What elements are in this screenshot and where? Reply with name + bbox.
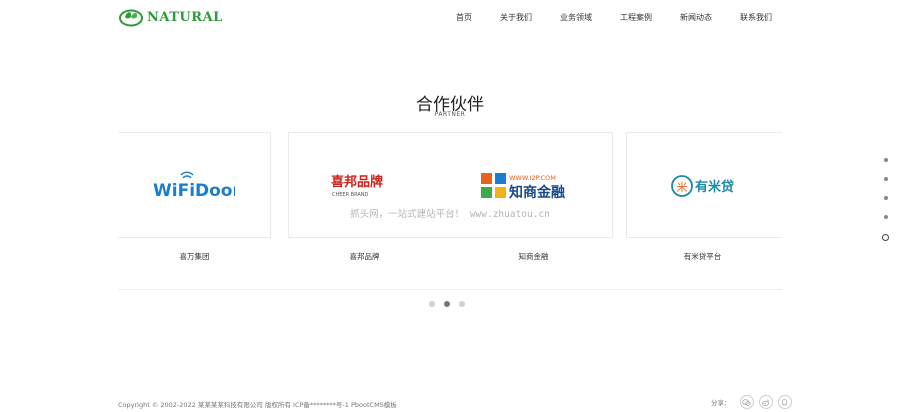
side-nav-dot-4[interactable] bbox=[883, 215, 888, 219]
watermark-text: 抓头网，一站式建站平台！ www.zhuatou.cn bbox=[350, 209, 550, 220]
site-header: NATURAL 首页 关于我们 业务领域 工程案例 新闻动态 联系我们 bbox=[0, 0, 900, 36]
logo-text: NATURAL bbox=[147, 9, 223, 25]
section-subtitle: PARTNER bbox=[434, 111, 466, 118]
nav-item-home[interactable]: 首页 bbox=[456, 12, 472, 23]
nav-item-cases[interactable]: 工程案例 bbox=[620, 12, 652, 23]
powered-by-link[interactable]: PbootCMS模板 bbox=[351, 401, 397, 409]
qq-share-icon[interactable] bbox=[777, 395, 792, 409]
partner-card-wifidoor[interactable]: WiFiDoor bbox=[118, 132, 271, 238]
youmidai-logo-text: 有米贷 bbox=[695, 179, 734, 195]
side-nav-dot-3[interactable] bbox=[883, 196, 888, 200]
share-label: 分享： bbox=[711, 399, 731, 407]
copyright-text: Copyright © 2002-2022 某某某某科技有限公司 版权所有 bbox=[118, 401, 291, 409]
partner-carousel: WiFiDoor 喜邦品牌 CHEER BRAND WWW.I2P.COM 知商… bbox=[118, 132, 782, 238]
cheer-brand-logo-text: 喜邦品牌 bbox=[331, 174, 383, 190]
section-divider bbox=[118, 289, 782, 290]
site-logo[interactable]: NATURAL bbox=[118, 7, 223, 27]
carousel-dot-2[interactable] bbox=[444, 301, 450, 307]
wifidoor-logo-text: WiFiDoor bbox=[153, 181, 235, 200]
partner-label[interactable]: 喜万集团 bbox=[118, 251, 271, 262]
nav-item-contact[interactable]: 联系我们 bbox=[740, 12, 772, 23]
i2p-logo-url: WWW.I2P.COM bbox=[509, 174, 556, 182]
nav-item-business[interactable]: 业务领域 bbox=[560, 12, 592, 23]
cheer-brand-logo: 喜邦品牌 CHEER BRAND bbox=[331, 174, 383, 198]
nav-item-about[interactable]: 关于我们 bbox=[500, 12, 532, 23]
svg-text:米: 米 bbox=[676, 181, 687, 194]
side-nav-dot-1[interactable] bbox=[883, 158, 888, 162]
wifidoor-logo: WiFiDoor bbox=[153, 171, 235, 200]
youmidai-logo: 米 有米贷 bbox=[670, 175, 734, 197]
icp-link[interactable]: ICP备********号-1 bbox=[293, 401, 349, 409]
carousel-dot-1[interactable] bbox=[429, 301, 435, 307]
partner-card-youmi[interactable]: 米 有米贷 bbox=[626, 132, 782, 238]
footer-copyright: Copyright © 2002-2022 某某某某科技有限公司 版权所有 IC… bbox=[118, 399, 397, 409]
carousel-dot-3[interactable] bbox=[459, 301, 465, 307]
wechat-share-icon[interactable] bbox=[739, 395, 754, 409]
i2p-logo-text: 知商金融 bbox=[509, 184, 565, 201]
partner-card-i2p[interactable]: WWW.I2P.COM 知商金融 bbox=[441, 132, 613, 238]
carousel-pagination bbox=[429, 301, 465, 307]
side-nav-dot-2[interactable] bbox=[883, 177, 888, 181]
cheer-brand-logo-subtext: CHEER BRAND bbox=[332, 192, 368, 198]
partner-label[interactable]: 有米贷平台 bbox=[626, 251, 779, 262]
partner-label[interactable]: 喜邦品牌 bbox=[288, 251, 441, 262]
partner-card-cheer[interactable]: 喜邦品牌 CHEER BRAND bbox=[288, 132, 441, 238]
i2p-logo: WWW.I2P.COM 知商金融 bbox=[480, 173, 565, 201]
nav-item-news[interactable]: 新闻动态 bbox=[680, 12, 712, 23]
leaf-logo-icon bbox=[119, 9, 143, 27]
side-nav-dot-5[interactable] bbox=[882, 234, 889, 241]
side-section-nav bbox=[882, 158, 889, 256]
footer-share: 分享： bbox=[711, 395, 792, 409]
main-nav: 首页 关于我们 业务领域 工程案例 新闻动态 联系我们 bbox=[456, 12, 772, 23]
partner-label[interactable]: 知商金融 bbox=[457, 251, 610, 262]
weibo-share-icon[interactable] bbox=[758, 395, 773, 409]
